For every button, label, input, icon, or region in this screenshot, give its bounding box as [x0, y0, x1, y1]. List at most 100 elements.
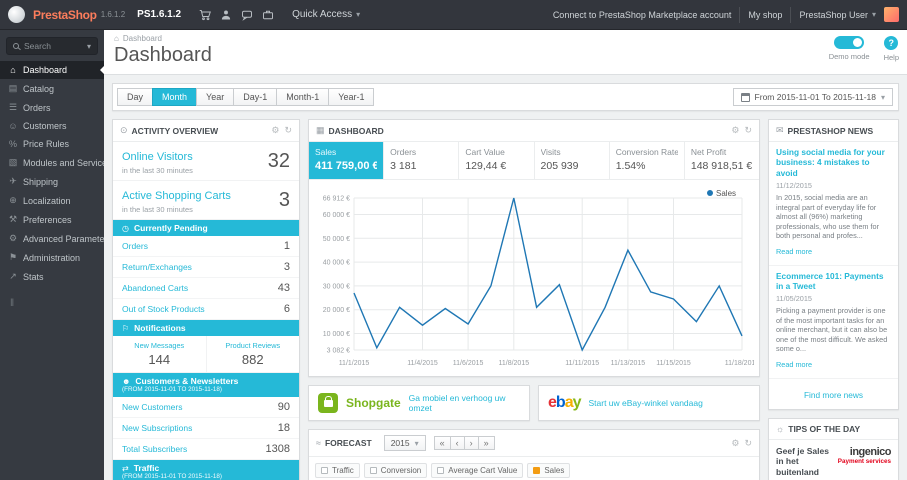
read-more-link[interactable]: Read more	[776, 360, 812, 369]
sidebar-item-price-rules[interactable]: % Price Rules	[0, 135, 104, 153]
forecast-legend-conversion[interactable]: Conversion	[363, 463, 428, 478]
activity-row-link-new-subscriptions[interactable]: New Subscriptions	[122, 423, 192, 433]
filter-tab-month-1[interactable]: Month-1	[276, 88, 330, 106]
sidebar-item-label: Catalog	[23, 83, 55, 94]
breadcrumb: ⌂ Dashboard	[114, 34, 897, 43]
refresh-icon[interactable]: ↻	[744, 125, 752, 136]
topbar-right: Connect to PrestaShop Marketplace accoun…	[553, 6, 899, 23]
chevron-down-icon: ▾	[356, 10, 361, 19]
kpi-tab-net-profit[interactable]: Net Profit 148 918,51 €	[685, 142, 759, 179]
sidebar-item-stats[interactable]: ↗ Stats	[0, 267, 104, 286]
sidebar-item-advanced-parameters[interactable]: ⚙ Advanced Parameters	[0, 229, 104, 248]
shopgate-logo-icon	[318, 393, 338, 413]
activity-row-link-return-exchanges[interactable]: Return/Exchanges	[122, 262, 192, 272]
gear-icon[interactable]: ⚙	[731, 438, 739, 449]
kpi-tab-cart-value[interactable]: Cart Value 129,44 €	[459, 142, 535, 179]
svg-text:11/4/2015: 11/4/2015	[407, 360, 438, 367]
notification-cell-product-reviews[interactable]: Product Reviews 882	[205, 336, 300, 372]
kpi-tab-conversion-rate[interactable]: Conversion Rate 1.54%	[610, 142, 685, 179]
header-tools: Demo mode ? Help	[829, 36, 899, 62]
kpi-tab-visits[interactable]: Visits 205 939	[535, 142, 610, 179]
activity-row-value: 1	[283, 240, 290, 252]
kpi-tab-orders[interactable]: Orders 3 181	[384, 142, 460, 179]
svg-text:11/15/2015: 11/15/2015	[656, 360, 691, 367]
news-headline-link[interactable]: Using social media for your business: 4 …	[776, 147, 891, 178]
sidebar-item-customers[interactable]: ☺ Customers	[0, 117, 104, 135]
help-label: Help	[883, 53, 899, 62]
news-headline-link[interactable]: Ecommerce 101: Payments in a Tweet	[776, 271, 891, 292]
date-range-picker[interactable]: From 2015-11-01 To 2015-11-18 ▾	[732, 88, 893, 106]
dashboard-grid-icon: ▦	[316, 125, 325, 135]
user-avatar[interactable]	[884, 7, 899, 22]
gear-icon[interactable]: ⚙	[731, 125, 739, 136]
forecast-legend-average-cart-value[interactable]: Average Cart Value	[431, 463, 524, 478]
read-more-link[interactable]: Read more	[776, 247, 812, 256]
sidebar-item-label: Shipping	[23, 176, 59, 187]
activity-row-link-total-subscribers[interactable]: Total Subscribers	[122, 444, 187, 454]
forecast-year-select[interactable]: 2015 ▾	[383, 435, 426, 451]
marketplace-link[interactable]: Connect to PrestaShop Marketplace accoun…	[553, 10, 732, 20]
arrow-last-icon[interactable]: »	[477, 436, 495, 450]
chat-icon[interactable]	[241, 9, 253, 21]
notification-label: New Messages	[134, 341, 185, 350]
filter-tab-year-1[interactable]: Year-1	[328, 88, 375, 106]
notification-cell-new-messages[interactable]: New Messages 144	[113, 336, 206, 372]
news-list: Using social media for your business: 4 …	[769, 142, 898, 379]
person-icon[interactable]	[220, 9, 232, 21]
kpi-tab-sales[interactable]: Sales 411 759,00 €	[309, 142, 385, 179]
arrow-first-icon[interactable]: «	[433, 436, 451, 450]
gear-icon[interactable]: ⚙	[271, 125, 279, 136]
online-visitors-link[interactable]: Online Visitors	[122, 151, 193, 163]
refresh-icon[interactable]: ↻	[284, 125, 292, 136]
sidebar-item-preferences[interactable]: ⚒ Preferences	[0, 210, 104, 229]
filter-tab-year[interactable]: Year	[196, 88, 235, 106]
filter-tab-month[interactable]: Month	[152, 88, 198, 106]
forecast-legend-label: Average Cart Value	[448, 466, 518, 475]
news-panel-title: PrestaShop News	[787, 125, 874, 136]
my-shop-link[interactable]: My shop	[748, 10, 782, 20]
sidebar-item-localization[interactable]: ⊕ Localization	[0, 191, 104, 210]
sidebar-item-dashboard[interactable]: ⌂ Dashboard	[0, 61, 104, 79]
breadcrumb-label[interactable]: Dashboard	[123, 34, 162, 43]
activity-row-value: 6	[283, 303, 290, 315]
kpi-label: Conversion Rate	[615, 147, 678, 157]
sidebar-search-input[interactable]: Search ▾	[6, 37, 98, 55]
arrow-prev-icon[interactable]: ‹	[449, 436, 465, 450]
filter-tab-day-1[interactable]: Day-1	[233, 88, 278, 106]
activity-row: Orders 1	[113, 236, 299, 257]
arrow-next-icon[interactable]: ›	[463, 436, 479, 450]
filter-tab-day[interactable]: Day	[117, 88, 154, 106]
sidebar-item-administration[interactable]: ⚑ Administration	[0, 248, 104, 267]
demo-mode-toggle[interactable]	[834, 36, 865, 49]
find-more-news-link[interactable]: Find more news	[804, 390, 863, 400]
activity-row-link-out-of-stock-products[interactable]: Out of Stock Products	[122, 304, 205, 314]
preferences-icon: ⚒	[8, 214, 18, 224]
sidebar-item-shipping[interactable]: ✈ Shipping	[0, 172, 104, 191]
cart-icon[interactable]	[199, 9, 212, 21]
sidebar-item-modules-and-services[interactable]: ▧ Modules and Services	[0, 153, 104, 172]
briefcase-icon[interactable]	[262, 9, 274, 21]
forecast-legend-sales[interactable]: Sales	[527, 463, 571, 478]
stats-icon: ↗	[9, 271, 17, 281]
shopgate-link[interactable]: Ga mobiel en verhoog uw omzet	[409, 393, 520, 413]
refresh-icon[interactable]: ↻	[744, 438, 752, 449]
brand-name: PrestaShop	[33, 7, 97, 22]
user-menu[interactable]: PrestaShop User ▾	[799, 10, 876, 20]
activity-row-link-abandoned-carts[interactable]: Abandoned Carts	[122, 283, 188, 293]
help-icon[interactable]: ?	[884, 36, 899, 50]
ebay-link[interactable]: Start uw eBay-winkel vandaag	[589, 398, 703, 408]
quick-access-menu[interactable]: Quick Access ▾	[292, 9, 360, 20]
collapse-sidebar-button[interactable]: ‖	[0, 286, 104, 321]
forecast-legend-traffic[interactable]: Traffic	[315, 463, 360, 478]
activity-row-link-orders[interactable]: Orders	[122, 241, 148, 251]
shop-name[interactable]: PS1.6.1.2	[137, 9, 181, 20]
content-area: Day Month Year Day-1 Month-1 Year-1 From 2015…	[104, 75, 907, 480]
sidebar-item-orders[interactable]: ☰ Orders	[0, 98, 104, 117]
forecast-nav: «‹ ›»	[433, 436, 495, 450]
activity-row-link-new-customers[interactable]: New Customers	[122, 402, 182, 412]
activity-overview-panel: ⊙ Activity overview ⚙ ↻ Online Visitors	[112, 119, 300, 480]
kpi-value: 3 181	[390, 160, 417, 172]
online-visitors-value: 32	[267, 149, 290, 172]
sidebar-item-catalog[interactable]: ▤ Catalog	[0, 79, 104, 98]
active-carts-link[interactable]: Active Shopping Carts	[122, 190, 231, 202]
